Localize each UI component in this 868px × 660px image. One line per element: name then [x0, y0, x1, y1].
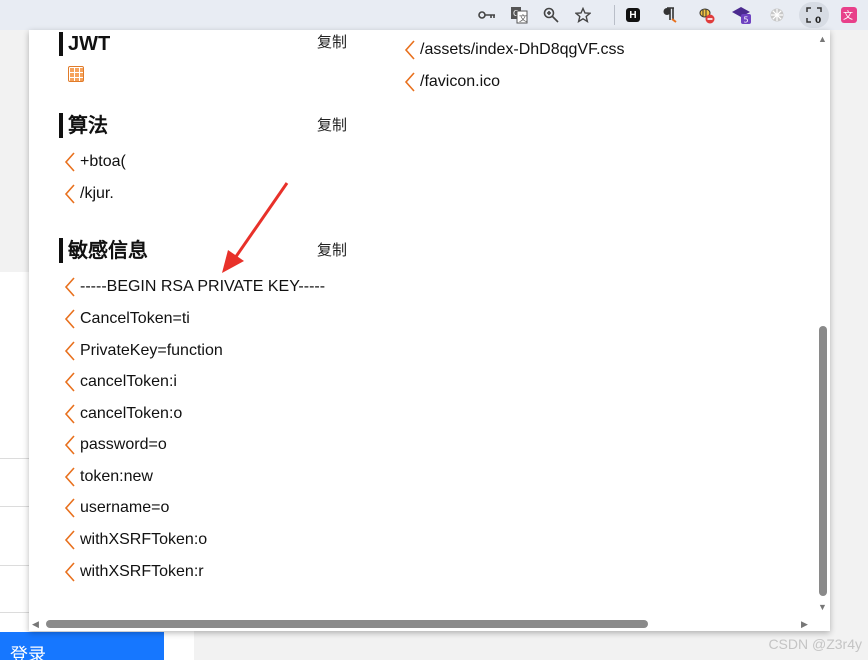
- list-item[interactable]: cancelToken:o: [63, 402, 182, 426]
- chevron-left-icon: [64, 435, 75, 455]
- section-marker: [59, 113, 63, 138]
- section-title-algorithm: 算法: [68, 115, 108, 137]
- chevron-left-icon: [404, 40, 415, 60]
- chevron-left-icon: [64, 372, 75, 392]
- list-item[interactable]: +btoa(: [63, 150, 126, 174]
- panel-divider: [0, 506, 30, 507]
- chevron-left-icon: [64, 404, 75, 424]
- copy-button-jwt[interactable]: 复制: [317, 33, 347, 53]
- copy-button-sensitive[interactable]: 复制: [317, 241, 347, 261]
- list-item[interactable]: withXSRFToken:r: [63, 560, 204, 584]
- list-item[interactable]: username=o: [63, 496, 169, 520]
- list-item[interactable]: PrivateKey=function: [63, 339, 223, 363]
- screenshot-icon[interactable]: 0: [799, 2, 829, 28]
- horizontal-scroll-thumb[interactable]: [46, 620, 648, 628]
- wheel-icon[interactable]: [766, 4, 788, 26]
- list-item[interactable]: token:new: [63, 465, 153, 489]
- screenshot-badge: 0: [815, 16, 821, 24]
- panel-divider: [0, 565, 30, 566]
- chevron-left-icon: [404, 72, 415, 92]
- vertical-scroll-thumb[interactable]: [819, 326, 827, 596]
- panel-divider: [0, 612, 30, 613]
- list-item-label: /favicon.ico: [420, 73, 501, 90]
- list-item[interactable]: -----BEGIN RSA PRIVATE KEY-----: [63, 275, 325, 299]
- section-title-sensitive: 敏感信息: [68, 240, 148, 262]
- list-item-label: username=o: [80, 499, 170, 516]
- section-marker: [59, 32, 63, 56]
- chevron-left-icon: [64, 467, 75, 487]
- section-marker: [59, 238, 63, 263]
- bee-icon[interactable]: [696, 4, 718, 26]
- panel-divider: [0, 458, 30, 459]
- scroll-left-icon[interactable]: ◀: [32, 619, 39, 629]
- list-item[interactable]: CancelToken=ti: [63, 307, 190, 331]
- list-item-label: /assets/index-DhD8qgVF.css: [420, 41, 625, 58]
- watermark: CSDN @Z3r4y: [768, 636, 862, 652]
- findsomething-popup: JWT 复制 算法 复制 +btoa( /kjur. 敏感信息 复制 -----…: [29, 30, 830, 631]
- list-item-label: withXSRFToken:r: [80, 563, 204, 580]
- cap-icon[interactable]: 5: [731, 4, 753, 26]
- grid-icon[interactable]: [68, 66, 84, 82]
- cap-badge: 5: [744, 16, 749, 25]
- browser-toolbar: G文 H 5 0 文: [0, 0, 868, 30]
- key-icon[interactable]: [476, 4, 498, 26]
- extension-h-label: H: [626, 8, 640, 22]
- list-item-label: token:new: [80, 468, 153, 485]
- copy-button-algorithm[interactable]: 复制: [317, 116, 347, 136]
- list-item[interactable]: password=o: [63, 433, 167, 457]
- vertical-scrollbar[interactable]: ▲ ▼: [815, 30, 830, 616]
- scroll-right-icon[interactable]: ▶: [801, 619, 808, 629]
- list-item-label: cancelToken:i: [80, 373, 177, 390]
- list-item-label: +btoa(: [80, 153, 126, 170]
- chevron-left-icon: [64, 184, 75, 204]
- extension-h-icon[interactable]: H: [622, 4, 644, 26]
- chevron-left-icon: [64, 152, 75, 172]
- section-title-jwt: JWT: [68, 33, 111, 55]
- list-item[interactable]: /assets/index-DhD8qgVF.css: [403, 38, 625, 62]
- pilcrow-icon[interactable]: [658, 4, 680, 26]
- star-icon[interactable]: [572, 4, 594, 26]
- list-item-label: withXSRFToken:o: [80, 531, 208, 548]
- scroll-up-icon[interactable]: ▲: [818, 34, 827, 44]
- svg-text:文: 文: [843, 9, 853, 22]
- extension-pink-icon[interactable]: 文: [838, 4, 860, 26]
- chevron-left-icon: [64, 309, 75, 329]
- list-item[interactable]: /kjur.: [63, 182, 114, 206]
- zoom-icon[interactable]: [540, 4, 562, 26]
- svg-text:文: 文: [519, 13, 527, 23]
- chevron-left-icon: [64, 277, 75, 297]
- list-item-label: PrivateKey=function: [80, 342, 223, 359]
- list-item-label: /kjur.: [80, 185, 114, 202]
- chevron-left-icon: [64, 498, 75, 518]
- chevron-left-icon: [64, 530, 75, 550]
- chevron-left-icon: [64, 562, 75, 582]
- translate-icon[interactable]: G文: [508, 4, 530, 26]
- list-item-label: password=o: [80, 436, 167, 453]
- chevron-left-icon: [64, 341, 75, 361]
- list-item-label: cancelToken:o: [80, 405, 183, 422]
- list-item-label: CancelToken=ti: [80, 310, 190, 327]
- horizontal-scrollbar[interactable]: ◀ ▶: [29, 616, 815, 631]
- list-item[interactable]: cancelToken:i: [63, 370, 177, 394]
- list-item[interactable]: withXSRFToken:o: [63, 528, 207, 552]
- list-item-label: -----BEGIN RSA PRIVATE KEY-----: [80, 278, 326, 295]
- toolbar-divider: [614, 5, 615, 25]
- list-item[interactable]: /favicon.ico: [403, 70, 500, 94]
- scroll-down-icon[interactable]: ▼: [818, 602, 827, 612]
- login-button[interactable]: 登录: [0, 632, 164, 660]
